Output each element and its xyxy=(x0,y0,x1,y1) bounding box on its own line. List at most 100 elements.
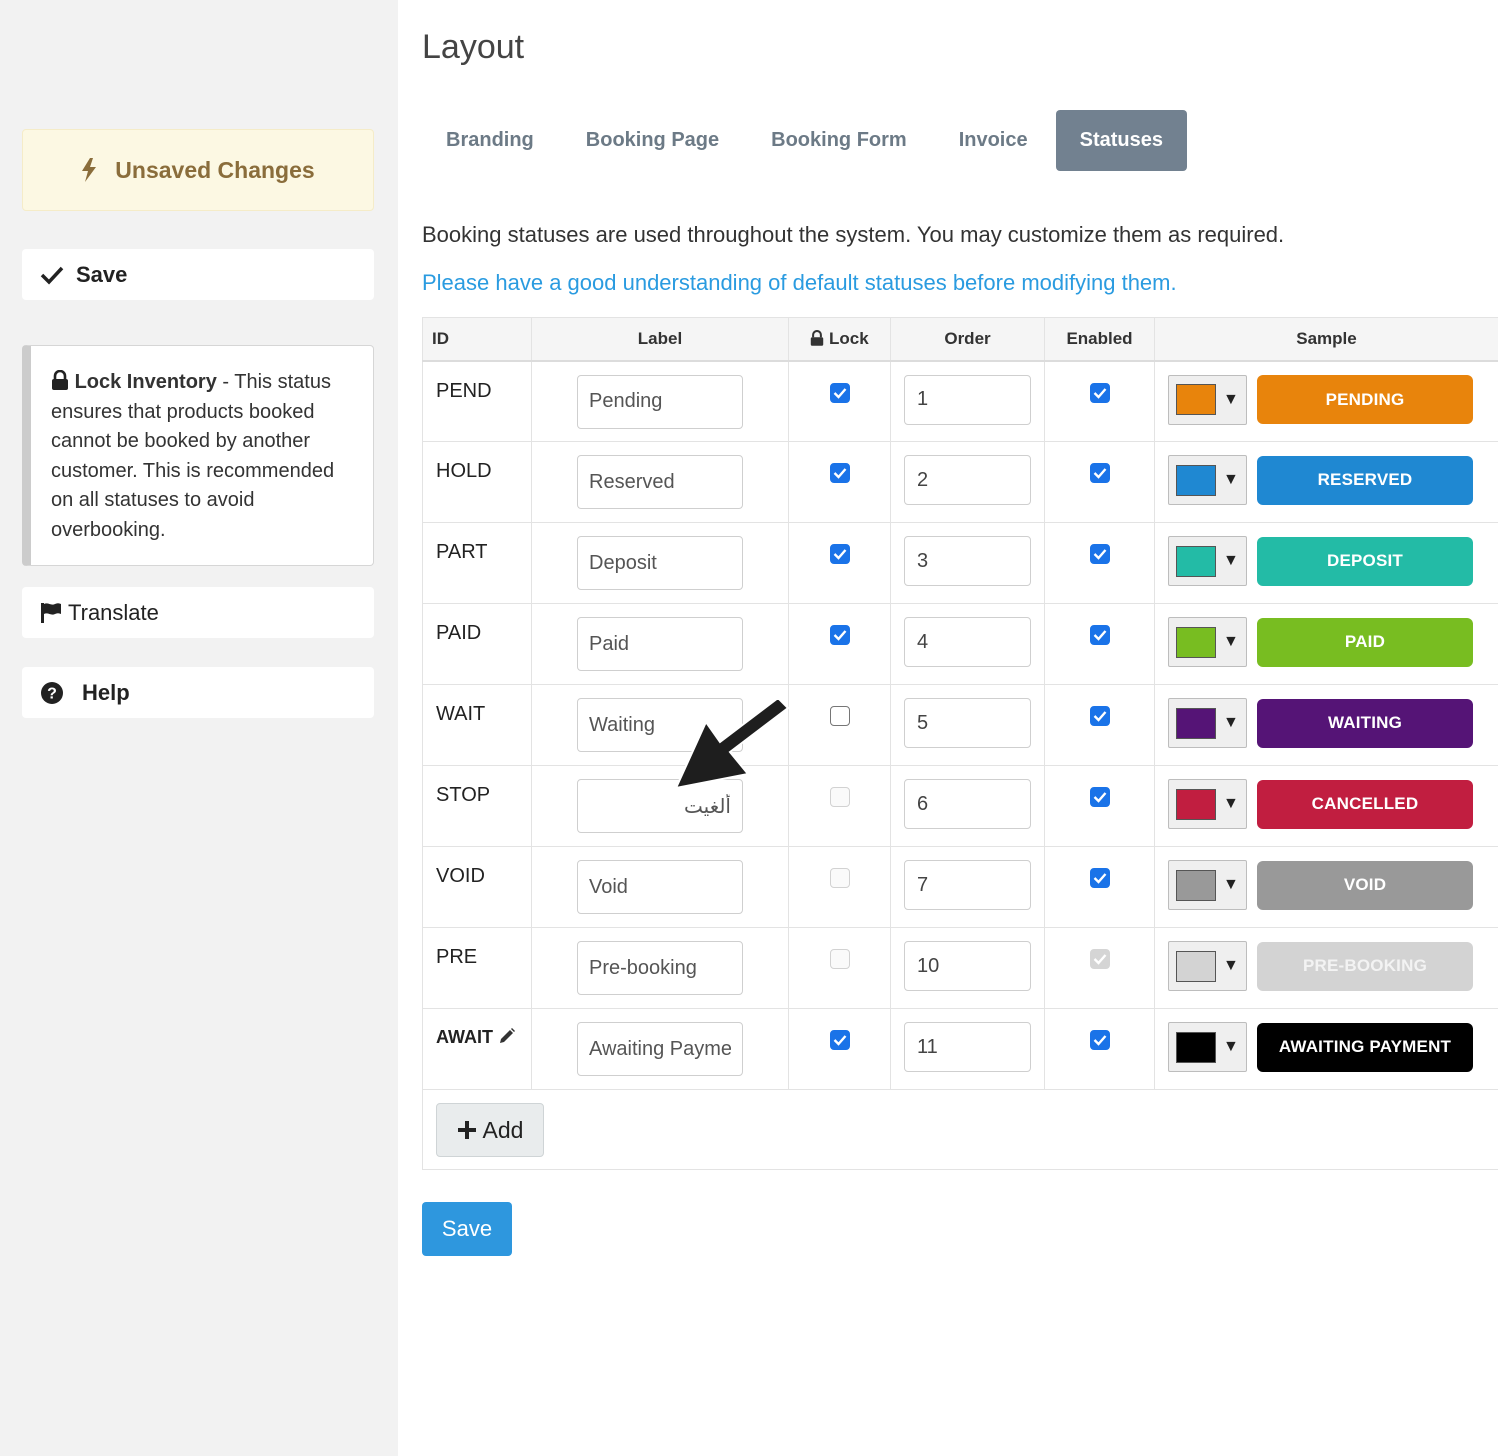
status-sample-text: VOID xyxy=(1343,875,1387,894)
header-sample: Sample xyxy=(1154,317,1498,362)
color-picker[interactable]: ▼ xyxy=(1168,536,1247,586)
status-label-input[interactable] xyxy=(577,617,743,671)
status-enabled-cell xyxy=(1044,765,1155,847)
status-enabled-cell xyxy=(1044,603,1155,685)
status-sample-badge: AWAITING PAYMENT xyxy=(1257,1022,1473,1072)
lock-inventory-text: - This status ensures that products book… xyxy=(51,371,335,541)
status-label-input[interactable] xyxy=(577,536,743,590)
color-picker[interactable]: ▼ xyxy=(1168,455,1247,505)
status-sample-cell: ▼ PAID xyxy=(1154,603,1498,685)
status-sample-text: DEPOSIT xyxy=(1326,551,1404,570)
status-id-cell: AWAIT xyxy=(422,1008,532,1090)
status-id-cell: STOP xyxy=(422,765,532,847)
status-sample-badge: PENDING xyxy=(1257,375,1473,424)
enabled-checkbox[interactable] xyxy=(1089,463,1110,483)
caret-down-icon: ▼ xyxy=(1223,471,1239,488)
color-swatch xyxy=(1176,384,1216,415)
status-sample-cell: ▼ WAITING xyxy=(1154,684,1498,766)
status-order-cell xyxy=(890,603,1045,685)
status-label-cell xyxy=(531,522,789,604)
color-picker[interactable]: ▼ xyxy=(1168,860,1247,910)
lock-checkbox[interactable] xyxy=(829,706,850,726)
status-sample-text: CANCELLED xyxy=(1311,794,1419,813)
color-picker[interactable]: ▼ xyxy=(1168,941,1247,991)
sidebar: Unsaved Changes Save Lock Inventory - Th… xyxy=(0,0,398,1456)
order-input[interactable] xyxy=(904,779,1031,829)
color-picker[interactable]: ▼ xyxy=(1168,374,1247,425)
lock-checkbox[interactable] xyxy=(829,544,850,564)
status-id-cell: WAIT xyxy=(422,684,532,766)
status-enabled-cell xyxy=(1044,441,1155,523)
sidebar-save-button[interactable]: Save xyxy=(22,249,374,300)
status-id-cell: PEND xyxy=(422,360,532,442)
lock-checkbox[interactable] xyxy=(829,1030,850,1050)
plus-icon xyxy=(457,1121,476,1139)
add-status-button[interactable]: Add xyxy=(436,1103,544,1157)
status-enabled-cell xyxy=(1044,522,1155,604)
bolt-icon xyxy=(82,158,97,182)
order-input[interactable] xyxy=(904,455,1031,505)
color-swatch xyxy=(1176,545,1216,577)
tab-booking-form[interactable]: Booking Form xyxy=(747,110,931,171)
enabled-checkbox[interactable] xyxy=(1089,382,1110,403)
status-label-input[interactable] xyxy=(577,455,743,509)
status-sample-cell: ▼ PENDING xyxy=(1154,360,1498,442)
translate-button[interactable]: Translate xyxy=(22,587,374,638)
caret-down-icon: ▼ xyxy=(1223,714,1239,731)
enabled-checkbox[interactable] xyxy=(1089,868,1110,888)
order-input[interactable] xyxy=(904,1022,1031,1072)
tab-statuses[interactable]: Statuses xyxy=(1055,110,1187,171)
status-label-cell xyxy=(531,441,789,523)
status-sample-text: AWAITING PAYMENT xyxy=(1278,1037,1452,1056)
status-label-input[interactable] xyxy=(577,374,743,429)
order-input[interactable] xyxy=(904,536,1031,586)
order-input[interactable] xyxy=(904,698,1031,748)
lock-checkbox xyxy=(829,949,850,969)
lock-inventory-info: Lock Inventory - This status ensures tha… xyxy=(22,345,374,566)
order-input[interactable] xyxy=(904,860,1031,910)
add-status-label: Add xyxy=(482,1116,524,1143)
lock-checkbox xyxy=(829,787,850,807)
save-button[interactable]: Save xyxy=(422,1202,512,1256)
lock-checkbox[interactable] xyxy=(829,625,850,645)
default-statuses-link[interactable]: Please have a good understanding of defa… xyxy=(422,270,1177,296)
color-picker[interactable]: ▼ xyxy=(1168,779,1247,829)
status-label-input[interactable] xyxy=(577,860,743,914)
lock-checkbox[interactable] xyxy=(829,463,850,483)
status-label-input[interactable] xyxy=(577,1022,743,1076)
tab-branding[interactable]: Branding xyxy=(422,110,558,171)
caret-down-icon: ▼ xyxy=(1223,795,1239,812)
enabled-checkbox[interactable] xyxy=(1089,544,1110,564)
status-enabled-cell xyxy=(1044,1008,1155,1090)
statuses-description: Booking statuses are used throughout the… xyxy=(422,222,1285,247)
table-row: HOLD ▼ RESERVED xyxy=(422,441,1498,523)
sidebar-save-label: Save xyxy=(76,261,128,287)
status-sample-badge: DEPOSIT xyxy=(1257,536,1473,586)
status-id: VOID xyxy=(436,865,485,887)
color-picker[interactable]: ▼ xyxy=(1168,698,1247,748)
header-order: Order xyxy=(890,317,1045,362)
status-sample-text: PENDING xyxy=(1325,389,1405,409)
status-id: PAID xyxy=(436,622,482,644)
color-picker[interactable]: ▼ xyxy=(1168,617,1247,667)
color-swatch xyxy=(1176,1031,1216,1063)
status-lock-cell xyxy=(788,684,891,766)
svg-text:?: ? xyxy=(47,685,57,702)
color-picker[interactable]: ▼ xyxy=(1168,1022,1247,1072)
tab-invoice[interactable]: Invoice xyxy=(935,110,1052,171)
order-input[interactable] xyxy=(904,617,1031,667)
tab-booking-page[interactable]: Booking Page xyxy=(562,110,743,171)
enabled-checkbox[interactable] xyxy=(1089,1030,1110,1050)
status-sample-text: PAID xyxy=(1344,632,1386,651)
enabled-checkbox[interactable] xyxy=(1089,706,1110,726)
enabled-checkbox[interactable] xyxy=(1089,625,1110,645)
pencil-icon[interactable] xyxy=(498,1027,516,1045)
order-input[interactable] xyxy=(904,941,1031,991)
order-input[interactable] xyxy=(904,374,1031,425)
caret-down-icon: ▼ xyxy=(1223,633,1239,650)
enabled-checkbox[interactable] xyxy=(1089,787,1110,807)
help-button[interactable]: ? Help xyxy=(22,667,374,718)
lock-checkbox[interactable] xyxy=(829,382,850,403)
status-enabled-cell xyxy=(1044,846,1155,928)
status-label-input[interactable] xyxy=(577,941,743,995)
